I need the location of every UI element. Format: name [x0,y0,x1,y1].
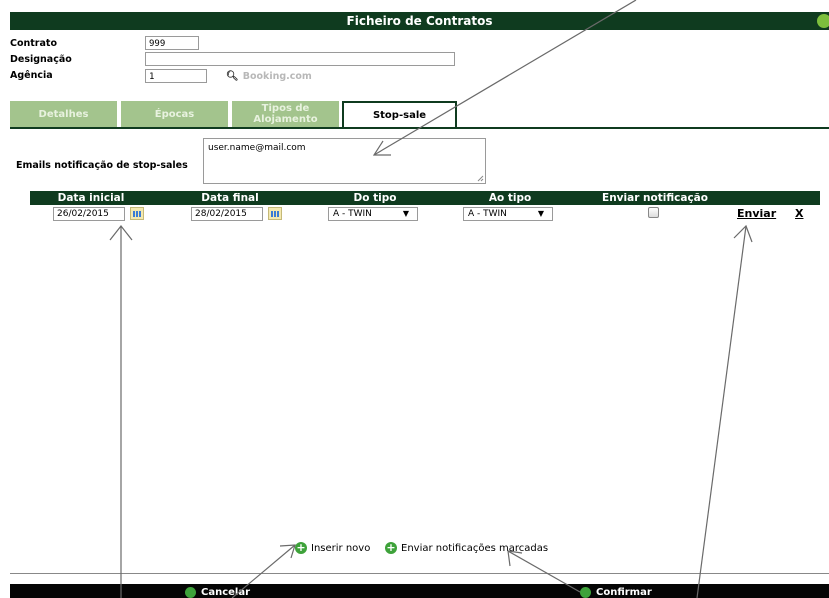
tab-tipos-de-alojamento[interactable]: Tipos de Alojamento [232,101,339,127]
tab-label: Tipos de Alojamento [253,103,318,125]
window-title: Ficheiro de Contratos [346,14,493,28]
add-icon: + [295,541,307,554]
confirmar-label: Confirmar [596,587,652,598]
cancel-icon [185,587,196,598]
agencia-input[interactable]: 1 [145,69,207,83]
arrow-head [279,544,296,559]
delete-row-link[interactable]: X [795,207,803,220]
do-tipo-value: A - TWIN [333,209,372,219]
col-data-final: Data final [201,192,259,204]
agency-search-placeholder: Booking.com [242,71,312,82]
emails-label: Emails notificação de stop-sales [16,160,188,171]
tab-stop-sale[interactable]: Stop-sale [342,101,457,128]
tab-label: Stop-sale [372,110,427,121]
inserir-novo-label: Inserir novo [311,542,371,554]
designacao-input[interactable] [145,52,455,66]
annotation-arrows [109,0,753,598]
calendar-icon[interactable] [268,207,282,220]
contrato-input[interactable]: 999 [145,36,199,50]
arrow-head [109,225,133,241]
contrato-label: Contrato [10,38,57,49]
enviar-notificacao-checkbox[interactable] [648,207,659,218]
agencia-label: Agência [10,70,53,81]
calendar-icon[interactable] [130,207,144,220]
enviar-link[interactable]: Enviar [737,207,776,220]
tab-epocas[interactable]: Épocas [121,101,228,127]
tab-detalhes[interactable]: Detalhes [10,101,117,127]
agency-search[interactable]: 🔍︎ Booking.com [226,71,312,82]
arrow-head [733,224,753,243]
tab-label: Detalhes [38,108,89,120]
arrow-line [696,225,747,598]
footer-divider [10,573,829,574]
footer-bar: Cancelar Confirmar [10,584,829,598]
enviar-notificacoes-label: Enviar notificações marcadas [401,542,549,554]
col-ao-tipo: Ao tipo [488,192,532,204]
do-tipo-select[interactable]: A - TWIN ▼ [328,207,418,221]
col-do-tipo: Do tipo [353,192,397,204]
data-inicial-input[interactable]: 26/02/2015 [53,207,125,221]
stopsale-grid-header: Data inicial Data final Do tipo Ao tipo … [30,191,820,205]
designacao-label: Designação [10,54,72,65]
resize-grip-icon[interactable] [477,175,484,182]
confirm-icon [580,587,591,598]
emails-value: user.name@mail.com [208,143,306,153]
search-icon[interactable]: 🔍︎ [226,71,239,82]
cancelar-label: Cancelar [201,587,251,598]
ao-tipo-select[interactable]: A - TWIN ▼ [463,207,553,221]
corner-status-icon[interactable] [817,14,829,28]
window-title-bar: Ficheiro de Contratos [10,12,829,30]
tab-label: Épocas [154,108,195,120]
col-data-inicial: Data inicial [57,192,125,204]
inserir-novo-button[interactable]: + Inserir novo [295,542,370,554]
col-enviar-notificacao: Enviar notificação [602,192,708,204]
ao-tipo-value: A - TWIN [468,209,507,219]
tab-divider [10,127,829,129]
emails-textarea[interactable]: user.name@mail.com [203,138,486,184]
confirmar-button[interactable]: Confirmar [580,587,652,598]
enviar-notificacoes-button[interactable]: + Enviar notificações marcadas [385,542,548,554]
cancelar-button[interactable]: Cancelar [185,587,250,598]
dropdown-arrow-icon: ▼ [537,209,544,218]
dropdown-arrow-icon: ▼ [402,209,409,218]
add-icon: + [385,541,397,554]
data-final-input[interactable]: 28/02/2015 [191,207,263,221]
